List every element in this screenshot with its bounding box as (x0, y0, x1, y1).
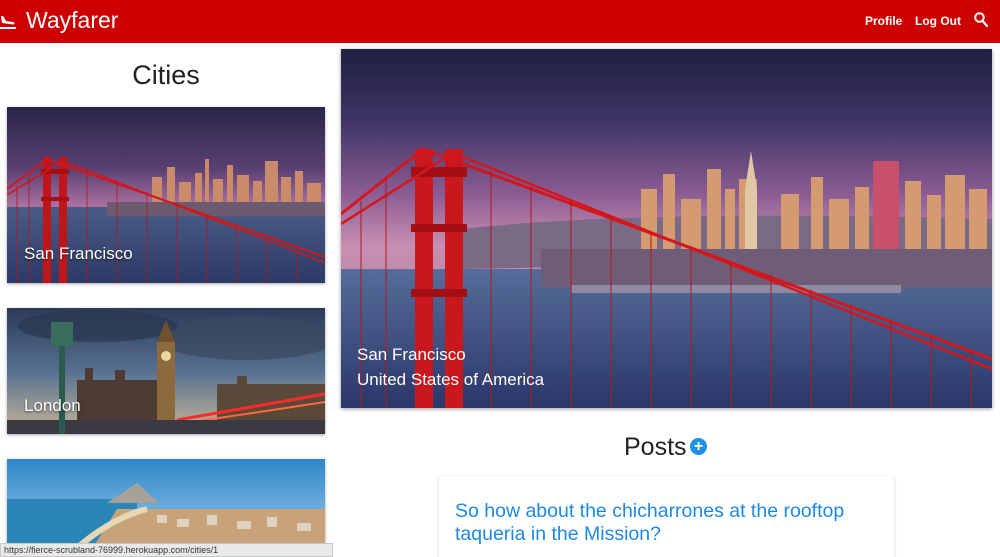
post-card[interactable]: So how about the chicharrones at the roo… (439, 476, 894, 557)
city-card-san-francisco[interactable]: San Francisco (7, 107, 325, 283)
airplane-landing-icon[interactable] (0, 12, 18, 30)
city-card-london[interactable]: London (7, 308, 325, 434)
posts-heading: Posts (624, 433, 687, 461)
profile-link[interactable]: Profile (865, 14, 902, 28)
hero-city-name: San Francisco (357, 345, 466, 364)
browser-status-bar: https://fierce-scrubland-76999.herokuapp… (0, 543, 333, 557)
cities-heading: Cities (132, 60, 200, 90)
plus-circle-icon[interactable]: + (690, 438, 707, 455)
city-hero-banner: San Francisco United States of America (341, 49, 992, 408)
navbar: Wayfarer Profile Log Out (0, 0, 1000, 43)
logout-link[interactable]: Log Out (915, 14, 961, 28)
hero-country-name: United States of America (357, 370, 545, 389)
search-icon[interactable] (974, 12, 988, 28)
brand-logo-text[interactable]: Wayfarer (26, 7, 118, 34)
city-name-label: San Francisco (24, 244, 133, 263)
city-name-label: London (24, 396, 81, 415)
post-title-link[interactable]: So how about the chicharrones at the roo… (455, 500, 875, 546)
